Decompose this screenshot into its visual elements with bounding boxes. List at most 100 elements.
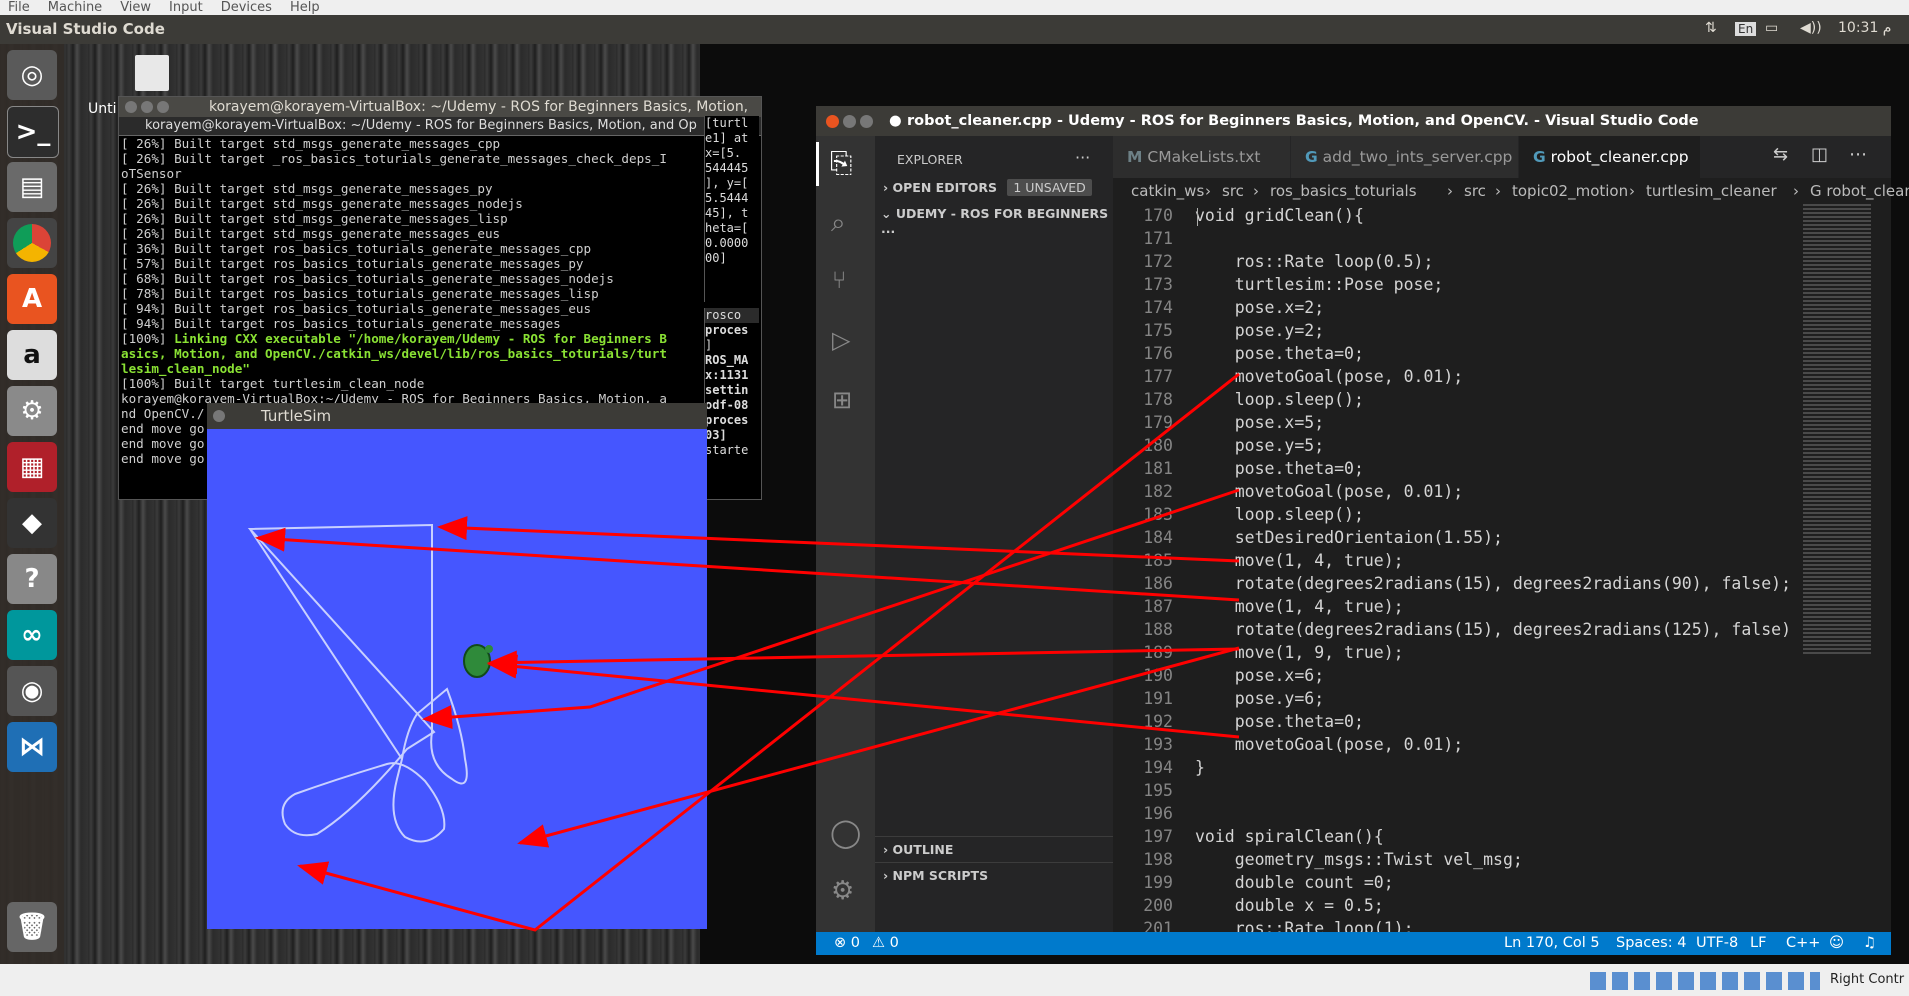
maximize-icon[interactable] [157,101,169,113]
amazon-icon[interactable]: a [7,330,57,380]
terminal-line: ], y=[ [705,176,749,190]
terminal-line: [ 57%] Built target ros_basics_toturials… [121,256,584,271]
minimize-icon[interactable] [843,115,856,128]
close-icon[interactable] [213,410,225,422]
tab-label: robot_cleaner.cpp [1550,148,1689,166]
code-text: pose.theta=0; [1195,712,1364,731]
tab-add-two-ints-server[interactable]: G add_two_ints_server.cpp [1291,136,1519,178]
close-icon[interactable] [125,101,137,113]
line-number: 200 [1143,896,1173,915]
manage-gear-icon[interactable]: ⚙ [831,876,854,906]
virtualbox-icon[interactable]: ◆ [7,498,57,548]
device-status-icons[interactable] [1590,972,1820,990]
notifications-icon[interactable]: ♫ [1863,932,1876,955]
line-number: 176 [1143,344,1173,363]
debug-icon[interactable]: ▷ [832,326,850,354]
indentation[interactable]: Spaces: 4 [1616,932,1686,955]
terminal-link-line: [100%] Linking CXX executable "/home/kor… [121,331,763,346]
menu-devices[interactable]: Devices [221,0,272,15]
close-icon[interactable] [826,115,839,128]
terminal-line: heta=[ [705,221,749,235]
settings-icon[interactable]: ⚙ [7,386,57,436]
trash-icon[interactable]: 🗑 [7,902,57,952]
breadcrumb-item[interactable]: topic02_motion [1512,178,1628,204]
explorer-more-icon[interactable]: ··· [1075,148,1090,167]
terminal-titlebar[interactable]: korayem@korayem-VirtualBox: ~/Udemy - RO… [119,97,761,135]
menu-view[interactable]: View [120,0,151,15]
files-icon[interactable]: ▤ [7,162,57,212]
split-editor-icon[interactable]: ◫ [1811,144,1828,165]
terminal-line: 544445 [705,161,749,175]
cursor-position[interactable]: Ln 170, Col 5 [1504,932,1600,955]
line-number: 194 [1143,758,1173,777]
menu-input[interactable]: Input [169,0,203,15]
terminal-icon[interactable]: >_ [7,106,59,158]
account-icon[interactable]: ◯ [830,816,861,849]
search-icon[interactable]: ⌕ [831,208,846,239]
breadcrumb-item[interactable]: catkin_ws [1131,178,1204,204]
source-control-icon[interactable]: ⑂ [832,266,846,294]
breadcrumb-item[interactable]: src [1464,178,1486,204]
vscode-titlebar[interactable]: ● robot_cleaner.cpp - Udemy - ROS for Be… [816,106,1891,136]
minimap[interactable] [1803,204,1871,654]
clock[interactable]: 10:31 م [1838,20,1891,36]
software-center-icon[interactable]: A [7,274,57,324]
tab-cmakelists[interactable]: M CMakeLists.txt [1113,136,1291,178]
tab-robot-cleaner[interactable]: G robot_cleaner.cpp ● [1519,136,1701,208]
more-actions-icon[interactable]: ⋯ [1849,144,1867,165]
minimize-icon[interactable] [141,101,153,113]
code-editor[interactable]: 170 void gridClean(){171 172 ros::Rate loo… [1113,204,1891,932]
breadcrumb-item[interactable]: G robot_cleaner.cpp [1810,178,1909,204]
vscode-icon[interactable]: ⋈ [7,722,57,772]
menu-help[interactable]: Help [290,0,320,15]
terminal-line: [ 26%] Built target std_msgs_generate_me… [121,181,493,196]
menu-machine[interactable]: Machine [48,0,102,15]
network-icon[interactable]: ⇅ [1705,20,1717,36]
file-icon[interactable] [135,55,169,91]
line-number: 172 [1143,252,1173,271]
cpp-file-icon: G [1305,148,1318,166]
line-number: 182 [1143,482,1173,501]
system-monitor-icon[interactable]: ▦ [7,442,57,492]
explorer-icon[interactable]: ⎘ [830,146,852,180]
open-changes-icon[interactable]: ⇆ [1773,144,1788,165]
breadcrumb-item[interactable]: ros_basics_toturials [1270,178,1417,204]
end-of-line[interactable]: LF [1750,932,1766,955]
help-icon[interactable]: ? [7,554,57,604]
terminal-line: [ 26%] Built target std_msgs_generate_me… [121,211,508,226]
outline-section[interactable]: › OUTLINE [883,842,953,857]
terminal-line: [ 26%] Built target _ros_basics_toturial… [121,151,667,166]
errors-count[interactable]: ⊗ 0 [834,932,860,955]
keyboard-layout-indicator[interactable]: En [1735,22,1757,36]
open-editors-section[interactable]: › OPEN EDITORS 1 UNSAVED [883,179,1092,196]
language-mode[interactable]: C++ [1786,932,1820,955]
arduino-icon[interactable]: ∞ [7,610,57,660]
workspace-folder-section[interactable]: ⌄ UDEMY - ROS FOR BEGINNERS ... [881,206,1113,236]
extensions-icon[interactable]: ⊞ [832,386,852,414]
breadcrumb-item[interactable]: turtlesim_cleaner [1646,178,1777,204]
npm-scripts-section[interactable]: › NPM SCRIPTS [883,868,988,883]
ubuntu-top-panel: Visual Studio Code ⇅ En ▭ ◀)) 10:31 م [0,15,1909,44]
turtlesim-canvas[interactable] [207,429,707,929]
warnings-count[interactable]: ⚠ 0 [872,932,899,955]
tab-label: add_two_ints_server.cpp [1322,148,1513,166]
turtle-pose-output: [turtl e1] at x=[5. 544445], y=[5.5444 45], … [704,116,759,302]
breadcrumb: catkin_ws › src › ros_basics_toturials ›… [1113,178,1909,204]
line-number: 193 [1143,735,1173,754]
terminal-tab-1[interactable]: korayem@korayem-VirtualBox: ~/Udemy - RO… [145,117,697,135]
breadcrumb-item[interactable]: src [1222,178,1244,204]
terminal-line: x=[5. [705,146,742,160]
turtlesim-titlebar[interactable]: TurtleSim [207,403,707,429]
disc-icon[interactable]: ◉ [7,666,57,716]
menu-file[interactable]: File [8,0,30,15]
maximize-icon[interactable] [860,115,873,128]
battery-icon[interactable]: ▭ [1765,20,1778,36]
encoding[interactable]: UTF-8 [1696,932,1738,955]
breadcrumb-separator: › [1495,182,1501,200]
terminal-link-line: asics, Motion, and OpenCV./catkin_ws/dev… [121,346,667,361]
volume-icon[interactable]: ◀)) [1800,20,1822,36]
feedback-icon[interactable]: ☺ [1829,932,1844,955]
dash-home-icon[interactable]: ◎ [7,50,57,100]
roscore-tab[interactable]: rosco [705,308,759,323]
chrome-icon[interactable] [7,218,57,268]
